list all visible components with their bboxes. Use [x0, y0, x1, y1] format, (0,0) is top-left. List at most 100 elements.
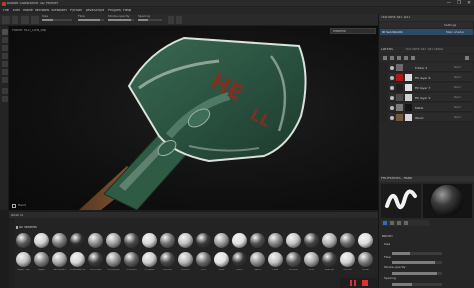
eye-icon[interactable]: [390, 75, 394, 80]
toolbar-size-slider[interactable]: [42, 19, 72, 21]
effect-icon[interactable]: [404, 55, 408, 60]
material-swatch[interactable]: [304, 233, 319, 248]
alpha-tab-icon[interactable]: [390, 221, 394, 225]
material-swatch[interactable]: [340, 252, 355, 267]
material-swatch[interactable]: [196, 233, 211, 248]
material-swatch[interactable]: [286, 233, 301, 248]
material-swatch[interactable]: [124, 252, 139, 267]
material-swatch[interactable]: [304, 252, 319, 267]
prop-size-slider[interactable]: [392, 252, 442, 255]
fill-layer-icon[interactable]: [390, 55, 394, 60]
material-preview[interactable]: [423, 184, 472, 218]
layer-blend-mode[interactable]: Norm: [454, 96, 461, 99]
mask-icon[interactable]: [397, 55, 401, 60]
smudge-icon[interactable]: [1, 61, 8, 67]
stencil-icon[interactable]: [176, 16, 182, 24]
menu-file[interactable]: File: [3, 9, 9, 13]
prop-stroke-slider[interactable]: [392, 272, 442, 275]
menu-python[interactable]: Python: [70, 9, 82, 13]
alignment-icon[interactable]: [168, 16, 174, 24]
material-swatch[interactable]: [52, 233, 67, 248]
eye-icon[interactable]: [390, 115, 394, 120]
material-picker-icon[interactable]: [1, 77, 8, 83]
material-swatch[interactable]: [250, 233, 265, 248]
pause-icon-bar-2[interactable]: [354, 280, 356, 286]
material-swatch[interactable]: [106, 252, 121, 267]
menu-mode[interactable]: Mode: [23, 9, 33, 13]
menu-window[interactable]: Window: [35, 9, 49, 13]
eye-icon[interactable]: [390, 85, 394, 90]
material-swatch[interactable]: [214, 252, 229, 267]
menu-help[interactable]: Help: [123, 9, 131, 13]
symmetry-icon[interactable]: [21, 16, 29, 24]
projection-icon[interactable]: [1, 45, 8, 51]
material-swatch[interactable]: [286, 252, 301, 267]
menu-plugins[interactable]: Plugins: [108, 9, 121, 13]
material-swatch[interactable]: [196, 252, 211, 267]
toolbar-stroke-slider[interactable]: [108, 19, 134, 21]
eye-icon[interactable]: [390, 95, 394, 100]
library-filter[interactable]: All libraries: [16, 224, 56, 230]
brush-preset-icon[interactable]: [2, 16, 10, 24]
tab-layers[interactable]: LAYERS: [381, 48, 393, 51]
polygon-fill-icon[interactable]: [1, 53, 8, 59]
material-swatch[interactable]: [16, 233, 31, 248]
material-swatch[interactable]: [232, 233, 247, 248]
toolbar-flow-slider[interactable]: [78, 19, 104, 21]
layer-row[interactable]: Folder 2 Norm: [389, 63, 473, 72]
stencil-tab-icon[interactable]: [397, 221, 401, 225]
material-swatch[interactable]: [250, 252, 265, 267]
layer-blend-mode[interactable]: Norm: [454, 116, 461, 119]
tab-texture-set-settings[interactable]: TEXTURE SET SETTINGS: [405, 48, 443, 51]
menu-viewport[interactable]: Viewport: [51, 9, 67, 13]
material-swatch[interactable]: [268, 252, 283, 267]
minimize-icon[interactable]: —: [444, 0, 454, 7]
layer-blend-mode[interactable]: Norm: [454, 106, 461, 109]
material-swatch[interactable]: [232, 252, 247, 267]
material-swatch[interactable]: [142, 233, 157, 248]
navigation-icon[interactable]: [12, 204, 16, 208]
material-swatch[interactable]: [322, 233, 337, 248]
shader-select[interactable]: Main shader: [446, 31, 464, 34]
viewport-mode-select[interactable]: Material: [330, 28, 376, 34]
layer-blend-mode[interactable]: Norm: [454, 86, 461, 89]
texture-set-settings-button[interactable]: Settings: [444, 24, 456, 27]
paint-layer-icon[interactable]: [383, 55, 387, 60]
layer-blend-mode[interactable]: Norm: [454, 76, 461, 79]
layer-mask-thumbnail[interactable]: [405, 64, 412, 71]
material-swatch[interactable]: [70, 233, 85, 248]
material-swatch[interactable]: [268, 233, 283, 248]
menu-javascript[interactable]: JavaScript: [86, 9, 104, 13]
clone-icon[interactable]: [1, 69, 8, 75]
material-swatch[interactable]: [88, 233, 103, 248]
material-swatch[interactable]: [16, 252, 31, 267]
maximize-icon[interactable]: ❐: [454, 0, 464, 7]
material-tab-icon[interactable]: [404, 221, 408, 225]
layer-mask-thumbnail[interactable]: [405, 114, 412, 121]
prop-spacing-slider[interactable]: [392, 283, 442, 286]
folder-icon[interactable]: [411, 55, 415, 60]
eraser-icon[interactable]: [1, 37, 8, 43]
menu-edit[interactable]: Edit: [13, 9, 20, 13]
material-swatch[interactable]: [34, 252, 49, 267]
eye-icon[interactable]: [390, 65, 394, 70]
material-swatch[interactable]: [160, 233, 175, 248]
material-swatch[interactable]: [142, 252, 157, 267]
pause-icon-bar-1[interactable]: [350, 280, 352, 286]
lazy-mouse-icon[interactable]: [31, 16, 39, 24]
3d-viewport[interactable]: HE LL: [9, 26, 378, 210]
eye-icon[interactable]: [390, 105, 394, 110]
layer-mask-thumbnail[interactable]: [405, 74, 412, 81]
material-swatch[interactable]: [358, 233, 373, 248]
material-swatch[interactable]: [178, 233, 193, 248]
material-swatch[interactable]: [214, 233, 229, 248]
material-swatch[interactable]: [160, 252, 175, 267]
paint-brush-icon[interactable]: [1, 29, 8, 35]
chevron-down-icon[interactable]: [12, 16, 18, 24]
prop-flow-slider[interactable]: [392, 261, 442, 264]
material-swatch[interactable]: [358, 252, 373, 267]
material-swatch[interactable]: [52, 252, 67, 267]
layer-row[interactable]: Fill layer 7 Norm: [389, 83, 473, 92]
transform-icon[interactable]: [1, 88, 8, 94]
close-icon[interactable]: ✕: [464, 0, 474, 7]
